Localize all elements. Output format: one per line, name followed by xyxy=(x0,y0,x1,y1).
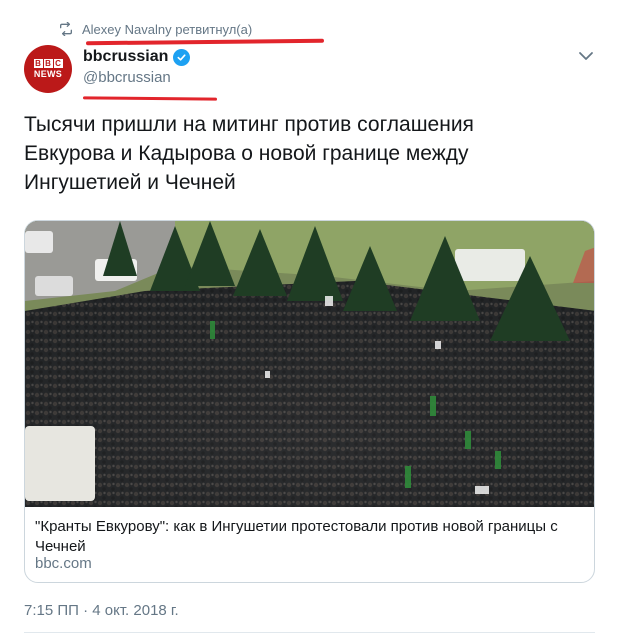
tweet-text-line: Евкурова и Кадырова о новой границе межд… xyxy=(24,142,469,165)
link-card[interactable]: "Кранты Евкурову": как в Ингушетии проте… xyxy=(24,220,595,583)
avatar-subtext: NEWS xyxy=(33,69,63,79)
tweet-text-line: Ингушетией и Чечней xyxy=(24,171,236,194)
verified-badge-icon xyxy=(173,48,191,66)
card-domain: bbc.com xyxy=(35,555,92,572)
chevron-down-icon[interactable] xyxy=(578,48,594,64)
tweet-timestamp[interactable]: 7:15 ПП · 4 окт. 2018 г. xyxy=(24,602,179,619)
retweet-context[interactable]: Alexey Navalny ретвитнул(а) xyxy=(58,19,252,39)
retweet-icon xyxy=(58,22,74,36)
tweet-text: Тысячи пришли на митинг против соглашени… xyxy=(24,110,584,197)
author-display-name[interactable]: bbcrussian xyxy=(83,48,168,66)
retweet-label: Alexey Navalny ретвитнул(а) xyxy=(82,21,253,37)
avatar[interactable]: BBC NEWS xyxy=(24,45,72,93)
card-image-crowd-photo[interactable] xyxy=(25,221,594,507)
author-block[interactable]: bbcrussian @bbcrussian xyxy=(83,47,191,86)
card-title[interactable]: "Кранты Евкурову": как в Ингушетии проте… xyxy=(35,517,585,557)
bbc-news-logo: BBC NEWS xyxy=(33,58,63,79)
red-annotation-underline xyxy=(82,96,218,101)
tweet-text-line: Тысячи пришли на митинг против соглашени… xyxy=(24,113,474,136)
author-screen-name[interactable]: @bbcrussian xyxy=(83,69,190,86)
red-annotation-underline xyxy=(85,38,325,46)
divider xyxy=(24,632,595,633)
